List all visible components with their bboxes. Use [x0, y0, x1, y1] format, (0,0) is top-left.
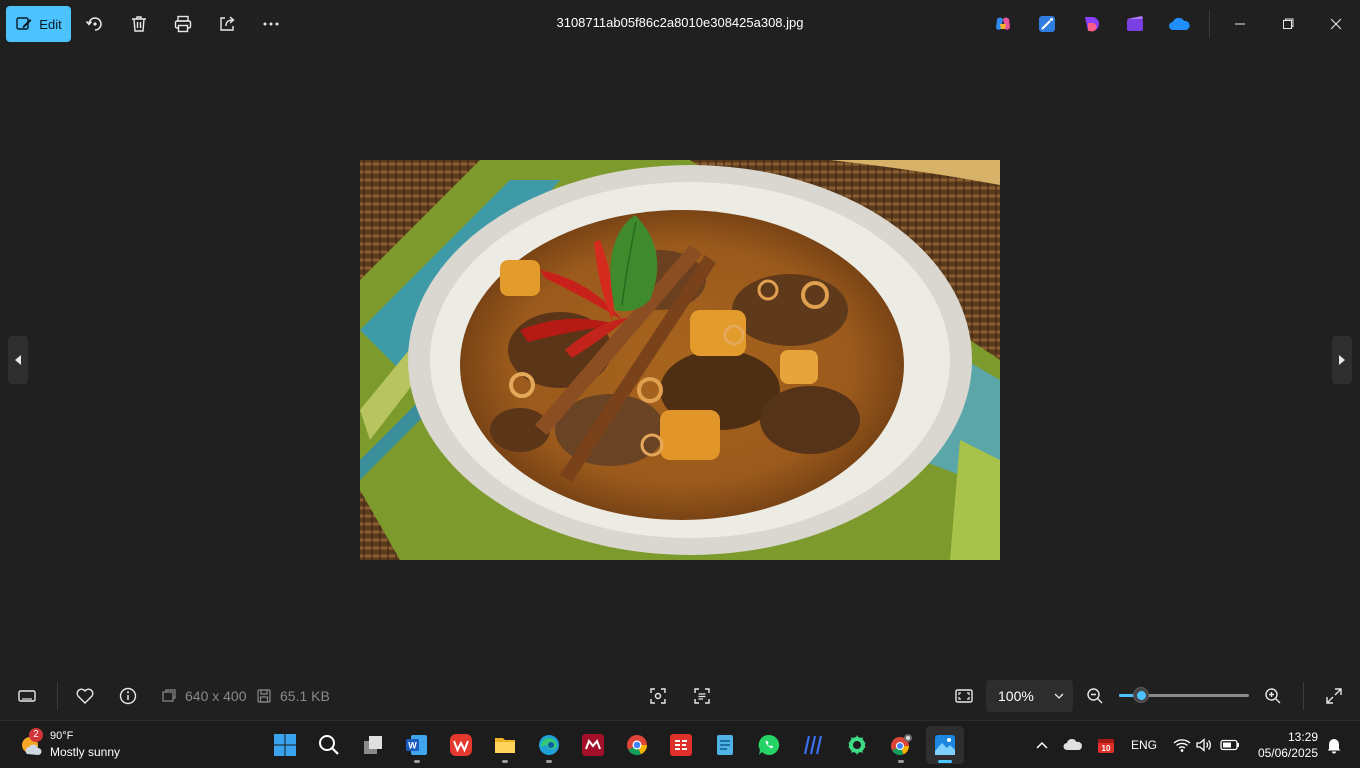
image-dimensions: 640 x 400 [161, 688, 247, 704]
zoom-slider-thumb[interactable] [1133, 687, 1150, 703]
designer-icon[interactable] [1036, 13, 1058, 35]
file-name-title: 3108711ab05f86c2a8010e308425a308.jpg [556, 15, 804, 30]
running-indicator [898, 760, 904, 763]
sejda-pdf-icon[interactable] [662, 726, 700, 764]
rotate-icon[interactable] [83, 12, 107, 36]
wps-office-icon[interactable] [442, 726, 480, 764]
top-toolbar: Edit 3108711ab05f86c2a8010e308425a308.jp… [0, 0, 1360, 48]
minimize-icon[interactable] [1225, 10, 1255, 38]
search-button[interactable] [310, 726, 348, 764]
running-indicator [546, 760, 552, 763]
photos-app-icon[interactable] [926, 726, 964, 764]
svg-text:W: W [408, 741, 417, 751]
battery-icon[interactable] [1220, 735, 1240, 755]
wifi-icon[interactable] [1172, 735, 1192, 755]
weather-widget[interactable]: 2 90°F Mostly sunny [16, 728, 146, 762]
next-image-button[interactable] [1332, 336, 1352, 384]
visual-search-icon[interactable] [646, 684, 670, 708]
share-icon[interactable] [215, 12, 239, 36]
file-explorer-icon[interactable] [486, 726, 524, 764]
edit-button[interactable]: Edit [6, 6, 71, 42]
language-indicator[interactable]: ENG [1131, 738, 1157, 752]
info-icon[interactable] [116, 684, 140, 708]
restore-icon[interactable] [1273, 10, 1303, 38]
chrome-icon[interactable] [618, 726, 656, 764]
curry-dish-photo[interactable] [360, 160, 1000, 560]
word-app-icon[interactable]: W [398, 726, 436, 764]
toolbar-separator [57, 682, 58, 710]
edit-icon [15, 15, 33, 33]
chrome-profile-icon[interactable] [882, 726, 920, 764]
start-button[interactable] [266, 726, 304, 764]
notification-bell-icon[interactable] [1324, 735, 1344, 755]
zoom-level-value: 100% [998, 688, 1034, 704]
video-editor-icon[interactable] [1124, 13, 1146, 35]
dimensions-value: 640 x 400 [185, 688, 247, 704]
calendar-tray-icon[interactable]: 10 [1096, 735, 1116, 755]
calendar-badge: 10 [1102, 744, 1111, 753]
weather-temperature: 90°F [50, 730, 74, 742]
bottom-toolbar: 640 x 400 65.1 KB 100% [0, 672, 1360, 720]
volume-icon[interactable] [1194, 735, 1214, 755]
toolbar-separator [1303, 682, 1304, 710]
chevron-down-icon [1054, 692, 1064, 700]
zoom-out-icon[interactable] [1083, 684, 1107, 708]
weather-notification-badge: 2 [29, 728, 43, 742]
running-indicator [414, 760, 420, 763]
notepad-icon[interactable] [706, 726, 744, 764]
running-indicator [502, 760, 508, 763]
filmstrip-icon[interactable] [15, 684, 39, 708]
mendeley-icon[interactable] [574, 726, 612, 764]
more-icon[interactable] [259, 12, 283, 36]
zoom-in-icon[interactable] [1261, 684, 1285, 708]
close-icon[interactable] [1321, 10, 1351, 38]
delete-icon[interactable] [127, 12, 151, 36]
favorite-icon[interactable] [73, 684, 97, 708]
chevron-up-icon[interactable] [1032, 735, 1052, 755]
edge-browser-icon[interactable] [530, 726, 568, 764]
onedrive-icon[interactable] [1168, 13, 1190, 35]
system-clock[interactable]: 13:29 05/06/2025 [1246, 729, 1318, 761]
task-view-button[interactable] [354, 726, 392, 764]
zoom-level-dropdown[interactable]: 100% [986, 680, 1073, 712]
print-icon[interactable] [171, 12, 195, 36]
edit-label: Edit [39, 16, 62, 32]
clipchamp-icon[interactable] [1080, 13, 1102, 35]
onedrive-tray-icon[interactable] [1063, 735, 1083, 755]
save-disk-icon [256, 688, 272, 704]
zoom-slider[interactable] [1119, 687, 1249, 703]
window-controls-separator [1209, 10, 1210, 38]
android-studio-icon[interactable] [838, 726, 876, 764]
weather-description: Mostly sunny [50, 745, 121, 759]
clock-time: 13:29 [1287, 730, 1318, 744]
file-size-value: 65.1 KB [280, 688, 330, 704]
file-size: 65.1 KB [256, 688, 330, 704]
active-indicator [938, 760, 952, 763]
previous-image-button[interactable] [8, 336, 28, 384]
fullscreen-icon[interactable] [1322, 684, 1346, 708]
windows-taskbar: 2 90°F Mostly sunny W 10 ENG 13:29 05/06… [0, 720, 1360, 768]
clock-date: 05/06/2025 [1257, 746, 1318, 760]
code-editor-icon[interactable] [794, 726, 832, 764]
fit-to-window-icon[interactable] [952, 684, 976, 708]
whatsapp-icon[interactable] [750, 726, 788, 764]
dimensions-icon [161, 688, 177, 704]
text-scan-icon[interactable] [690, 684, 714, 708]
copilot-icon[interactable] [992, 13, 1014, 35]
